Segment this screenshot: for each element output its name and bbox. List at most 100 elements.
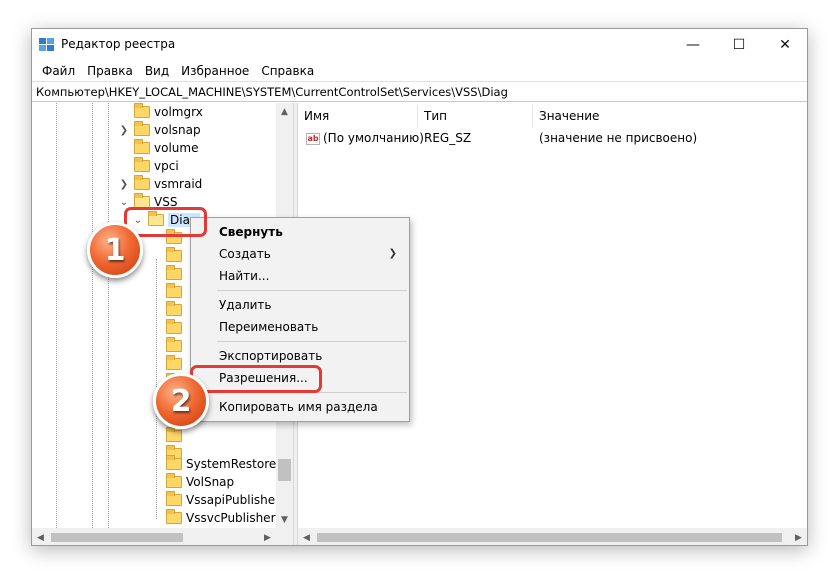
- tree-item[interactable]: VolSnap: [166, 473, 234, 491]
- close-button[interactable]: ✕: [762, 29, 807, 61]
- folder-icon: [166, 473, 182, 488]
- tree-item[interactable]: volume: [134, 139, 198, 157]
- menu-file[interactable]: Файл: [36, 61, 81, 81]
- tree-item-label: VssvcPublisher: [186, 511, 276, 525]
- folder-icon: [166, 265, 182, 280]
- scroll-up-icon[interactable]: ▲: [276, 103, 293, 120]
- scroll-right-icon[interactable]: ▶: [259, 528, 276, 545]
- registry-editor-icon: [39, 38, 54, 51]
- list-horizontal-scrollbar[interactable]: ◀ ▶: [298, 528, 807, 545]
- maximize-button[interactable]: ☐: [716, 29, 762, 61]
- tree-item[interactable]: [166, 337, 186, 355]
- tree-item-label: VolSnap: [186, 475, 235, 489]
- menu-help[interactable]: Справка: [255, 61, 320, 81]
- scrollbar-thumb[interactable]: [317, 533, 782, 542]
- menu-item-delete[interactable]: Удалить: [191, 294, 409, 316]
- folder-icon: [166, 247, 182, 262]
- folder-icon: [166, 427, 182, 442]
- tree-item[interactable]: [166, 355, 186, 373]
- tree-item[interactable]: ❯ vsmraid: [118, 175, 202, 193]
- tree-item[interactable]: volmgrx: [134, 103, 203, 121]
- menu-edit[interactable]: Правка: [81, 61, 139, 81]
- tree-item-label: vpci: [154, 159, 179, 173]
- menu-separator: [217, 341, 407, 342]
- column-header-type[interactable]: Тип: [418, 105, 533, 127]
- tree-item-label: VssapiPublisher: [186, 493, 281, 507]
- column-header-name[interactable]: Имя: [298, 105, 418, 127]
- scroll-down-icon[interactable]: ▼: [276, 511, 293, 528]
- permissions-highlight-frame: [190, 365, 322, 393]
- menu-item-export[interactable]: Экспортировать: [191, 345, 409, 367]
- menu-item-label: Копировать имя раздела: [219, 400, 378, 414]
- folder-icon: [134, 157, 150, 172]
- chevron-right-icon[interactable]: ❯: [118, 175, 130, 193]
- tree-guide-line: [108, 103, 109, 528]
- folder-icon: [166, 491, 182, 506]
- minimize-button[interactable]: —: [670, 29, 716, 61]
- tree-item-label: volmgrx: [154, 105, 203, 119]
- scrollbar-thumb[interactable]: [278, 459, 291, 481]
- scroll-left-icon[interactable]: ◀: [32, 528, 49, 545]
- folder-icon: [166, 337, 182, 352]
- step-badge-1: 1: [87, 222, 143, 278]
- menu-item-label: Экспортировать: [219, 349, 323, 363]
- tree-item-label: volume: [154, 141, 199, 155]
- menu-item-new[interactable]: Создать ❯: [191, 243, 409, 265]
- folder-icon: [134, 139, 150, 154]
- tree-item[interactable]: SystemRestore: [166, 455, 276, 473]
- tree-item-label: SystemRestore: [186, 457, 277, 471]
- value-type: REG_SZ: [424, 131, 472, 145]
- tree-item-label: volsnap: [154, 123, 201, 137]
- step-badge-2: 2: [153, 373, 209, 429]
- menu-view[interactable]: Вид: [139, 61, 175, 81]
- tree-guide-line: [56, 103, 57, 528]
- tree-item[interactable]: ❯ volsnap: [118, 121, 201, 139]
- tree-item[interactable]: VssvcPublisher: [166, 509, 276, 527]
- folder-icon: [166, 355, 182, 370]
- folder-icon: [166, 301, 182, 316]
- menu-item-find[interactable]: Найти...: [191, 265, 409, 287]
- string-value-icon: ab: [306, 132, 320, 145]
- tree-item[interactable]: [166, 265, 186, 283]
- column-header-value[interactable]: Значение: [533, 105, 733, 127]
- value-name: (По умолчанию): [323, 131, 424, 145]
- folder-icon: [166, 455, 182, 470]
- menu-item-label: Создать: [219, 247, 271, 261]
- tree-item[interactable]: vpci: [134, 157, 179, 175]
- folder-icon: [134, 121, 150, 136]
- menu-item-rename[interactable]: Переименовать: [191, 316, 409, 338]
- menu-item-label: Найти...: [219, 269, 270, 283]
- menu-favorites[interactable]: Избранное: [175, 61, 255, 81]
- title-bar: Редактор реестра — ☐ ✕: [32, 29, 807, 61]
- chevron-right-icon[interactable]: ❯: [118, 121, 130, 139]
- folder-icon: [134, 175, 150, 190]
- menu-item-label: Удалить: [219, 298, 272, 312]
- tree-guide-line: [92, 103, 93, 528]
- folder-icon: [166, 283, 182, 298]
- tree-item[interactable]: VssapiPublisher: [166, 491, 280, 509]
- folder-icon: [166, 509, 182, 524]
- menu-item-copy-key-name[interactable]: Копировать имя раздела: [191, 396, 409, 418]
- tree-item[interactable]: [166, 283, 186, 301]
- menu-item-collapse[interactable]: Свернуть: [191, 221, 409, 243]
- scrollbar-thumb[interactable]: [51, 533, 183, 542]
- menu-item-label: Переименовать: [219, 320, 319, 334]
- scroll-right-icon[interactable]: ▶: [790, 528, 807, 545]
- window-title: Редактор реестра: [61, 37, 176, 51]
- tree-item-label: vsmraid: [154, 177, 203, 191]
- folder-icon: [166, 319, 182, 334]
- tree-item[interactable]: [166, 427, 186, 445]
- menu-item-label: Свернуть: [219, 225, 283, 239]
- registry-editor-window: Редактор реестра — ☐ ✕ Файл Правка Вид И…: [31, 28, 808, 546]
- address-bar[interactable]: Компьютер\HKEY_LOCAL_MACHINE\SYSTEM\Curr…: [32, 81, 807, 102]
- folder-icon: [134, 103, 150, 118]
- tree-item[interactable]: [166, 301, 186, 319]
- tree-item[interactable]: [166, 247, 186, 265]
- menu-separator: [217, 290, 407, 291]
- value-data: (значение не присвоено): [539, 131, 698, 145]
- menu-bar: Файл Правка Вид Избранное Справка: [32, 61, 320, 81]
- tree-horizontal-scrollbar[interactable]: ◀ ▶: [32, 528, 293, 545]
- tree-item[interactable]: [166, 319, 186, 337]
- scroll-left-icon[interactable]: ◀: [298, 528, 315, 545]
- chevron-right-icon: ❯: [388, 248, 397, 259]
